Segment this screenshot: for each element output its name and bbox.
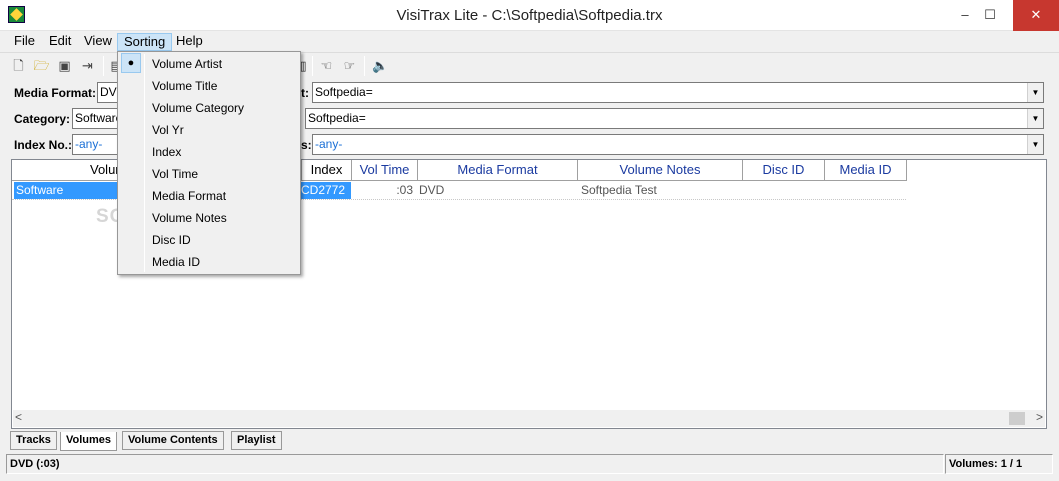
tab-playlist[interactable]: Playlist [231, 431, 282, 450]
scroll-right-icon[interactable]: > [1036, 410, 1043, 424]
tab-volumes[interactable]: Volumes [60, 432, 118, 451]
open-folder-icon[interactable]: 🗁 [33, 57, 50, 74]
status-left: DVD (:03) [6, 454, 944, 474]
toolbar-separator [103, 56, 104, 76]
window-title: VisiTrax Lite - C:\Softpedia\Softpedia.t… [396, 7, 663, 24]
sorting-menu: ● Volume Artist Volume Title Volume Cate… [117, 51, 301, 275]
chevron-down-icon[interactable]: ▼ [1027, 109, 1043, 128]
save-icon[interactable]: ▣ [56, 57, 73, 74]
notes-label: s: [301, 138, 312, 152]
column-header-vol-time[interactable]: Vol Time [352, 160, 418, 181]
index-field[interactable]: -any- [72, 134, 120, 155]
tab-tracks[interactable]: Tracks [10, 431, 57, 450]
sort-volume-title[interactable]: Volume Title [120, 75, 298, 97]
menu-bar: File Edit View Sorting Help [0, 31, 1059, 51]
toolbar-separator [364, 56, 365, 76]
maximize-button[interactable]: ☐ [967, 0, 1013, 31]
scroll-left-icon[interactable]: < [15, 410, 22, 424]
menu-edit[interactable]: Edit [43, 33, 77, 51]
cell-volume[interactable]: Software [14, 182, 118, 199]
chevron-down-icon[interactable]: ▼ [1027, 83, 1043, 102]
new-file-icon[interactable]: 🗋 [10, 57, 27, 74]
sort-index[interactable]: Index [120, 141, 298, 163]
speaker-icon[interactable]: 🔈 [372, 57, 389, 74]
horizontal-scrollbar[interactable]: < > [13, 410, 1045, 427]
cell-volume-notes[interactable]: Softpedia Test [581, 182, 731, 199]
artist-label: t: [301, 86, 309, 100]
status-bar: DVD (:03) Volumes: 1 / 1 [0, 454, 1059, 481]
toolbar-separator [312, 56, 313, 76]
cell-vol-time[interactable]: :03 [353, 182, 415, 199]
artist-value: Softpedia= [315, 85, 373, 99]
column-header-disc-id[interactable]: Disc ID [743, 160, 825, 181]
category2-value: Softpedia= [308, 111, 366, 125]
hand-left-icon[interactable]: ☜ [318, 57, 335, 74]
chevron-down-icon[interactable]: ▼ [1027, 135, 1043, 154]
title-bar: VisiTrax Lite - C:\Softpedia\Softpedia.t… [0, 0, 1059, 31]
sort-vol-yr[interactable]: Vol Yr [120, 119, 298, 141]
sort-media-format[interactable]: Media Format [120, 185, 298, 207]
export-icon[interactable]: ⇥ [79, 57, 96, 74]
column-header-volume-notes[interactable]: Volume Notes [578, 160, 743, 181]
notes-value: -any- [315, 137, 343, 151]
sort-volume-category[interactable]: Volume Category [120, 97, 298, 119]
menu-help[interactable]: Help [170, 33, 209, 51]
hand-right-icon[interactable]: ☞ [341, 57, 358, 74]
cell-media-format[interactable]: DVD [419, 182, 479, 199]
menu-sorting[interactable]: Sorting [117, 33, 173, 51]
index-label: Index No.: [14, 138, 73, 152]
menu-file[interactable]: File [8, 33, 41, 51]
media-format-label: Media Format: [14, 86, 97, 100]
menu-view[interactable]: View [78, 33, 118, 51]
column-header-media-id[interactable]: Media ID [825, 160, 907, 181]
category2-combo[interactable]: Softpedia= ▼ [305, 108, 1044, 129]
sort-media-id[interactable]: Media ID [120, 251, 298, 273]
sort-vol-time[interactable]: Vol Time [120, 163, 298, 185]
artist-combo[interactable]: Softpedia= ▼ [312, 82, 1044, 103]
tab-volume-contents[interactable]: Volume Contents [122, 431, 224, 450]
sort-volume-artist[interactable]: Volume Artist [120, 53, 298, 75]
column-header-media-format[interactable]: Media Format [418, 160, 578, 181]
notes-combo[interactable]: -any- ▼ [312, 134, 1044, 155]
sort-volume-notes[interactable]: Volume Notes [120, 207, 298, 229]
sort-disc-id[interactable]: Disc ID [120, 229, 298, 251]
status-right: Volumes: 1 / 1 [945, 454, 1053, 474]
close-button[interactable]: ✕ [1013, 0, 1059, 31]
category-label: Category: [14, 112, 71, 126]
scroll-thumb[interactable] [1009, 412, 1025, 425]
category-field[interactable]: Software [72, 108, 120, 129]
column-header-index[interactable]: Index [302, 160, 352, 181]
cell-index[interactable]: CD2772 [299, 182, 351, 199]
